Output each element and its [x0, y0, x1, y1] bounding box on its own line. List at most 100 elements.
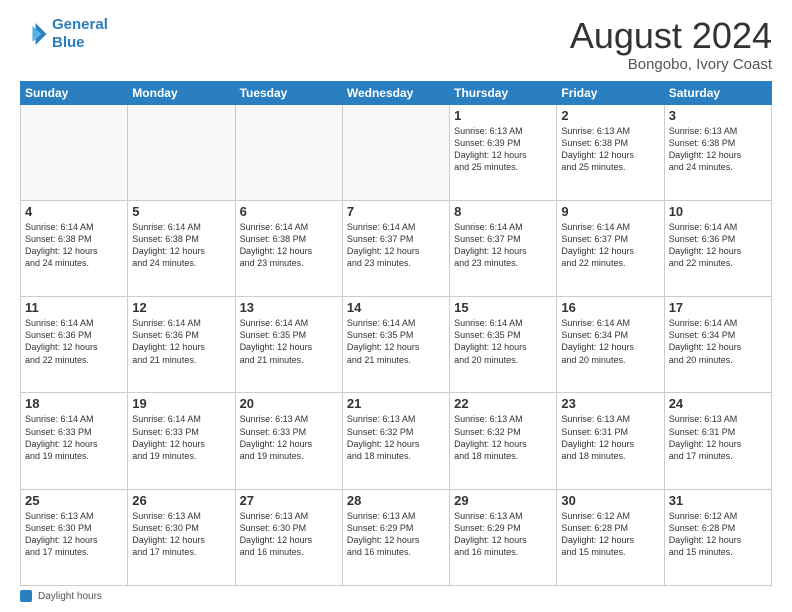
location: Bongobo, Ivory Coast	[570, 56, 772, 73]
calendar-header-wednesday: Wednesday	[342, 81, 449, 104]
day-info: Sunrise: 6:14 AM Sunset: 6:33 PM Dayligh…	[25, 413, 123, 462]
day-info: Sunrise: 6:14 AM Sunset: 6:34 PM Dayligh…	[669, 317, 767, 366]
calendar-cell: 10 Sunrise: 6:14 AM Sunset: 6:36 PM Dayli…	[664, 200, 771, 296]
calendar-week-4: 18 Sunrise: 6:14 AM Sunset: 6:33 PM Dayli…	[21, 393, 772, 489]
footer: Daylight hours	[20, 590, 772, 602]
day-number: 2	[561, 108, 659, 123]
calendar-cell: 11 Sunrise: 6:14 AM Sunset: 6:36 PM Dayli…	[21, 297, 128, 393]
calendar-header-monday: Monday	[128, 81, 235, 104]
day-number: 25	[25, 493, 123, 508]
logo-icon	[20, 20, 48, 48]
calendar: SundayMondayTuesdayWednesdayThursdayFrid…	[20, 81, 772, 586]
calendar-cell: 1 Sunrise: 6:13 AM Sunset: 6:39 PM Daylig…	[450, 104, 557, 200]
calendar-cell: 31 Sunrise: 6:12 AM Sunset: 6:28 PM Dayli…	[664, 489, 771, 585]
day-info: Sunrise: 6:14 AM Sunset: 6:36 PM Dayligh…	[132, 317, 230, 366]
day-info: Sunrise: 6:13 AM Sunset: 6:31 PM Dayligh…	[669, 413, 767, 462]
calendar-cell: 24 Sunrise: 6:13 AM Sunset: 6:31 PM Dayli…	[664, 393, 771, 489]
day-info: Sunrise: 6:13 AM Sunset: 6:30 PM Dayligh…	[25, 510, 123, 559]
calendar-cell	[342, 104, 449, 200]
page: General Blue August 2024 Bongobo, Ivory …	[0, 0, 792, 612]
day-number: 28	[347, 493, 445, 508]
month-title: August 2024	[570, 16, 772, 56]
day-info: Sunrise: 6:13 AM Sunset: 6:39 PM Dayligh…	[454, 125, 552, 174]
day-info: Sunrise: 6:13 AM Sunset: 6:29 PM Dayligh…	[454, 510, 552, 559]
day-number: 11	[25, 300, 123, 315]
day-info: Sunrise: 6:13 AM Sunset: 6:38 PM Dayligh…	[669, 125, 767, 174]
calendar-cell: 26 Sunrise: 6:13 AM Sunset: 6:30 PM Dayli…	[128, 489, 235, 585]
day-number: 24	[669, 396, 767, 411]
day-number: 10	[669, 204, 767, 219]
day-info: Sunrise: 6:14 AM Sunset: 6:37 PM Dayligh…	[454, 221, 552, 270]
header: General Blue August 2024 Bongobo, Ivory …	[20, 16, 772, 73]
calendar-cell: 16 Sunrise: 6:14 AM Sunset: 6:34 PM Dayli…	[557, 297, 664, 393]
day-number: 18	[25, 396, 123, 411]
calendar-week-2: 4 Sunrise: 6:14 AM Sunset: 6:38 PM Daylig…	[21, 200, 772, 296]
day-info: Sunrise: 6:14 AM Sunset: 6:37 PM Dayligh…	[561, 221, 659, 270]
day-number: 14	[347, 300, 445, 315]
day-number: 13	[240, 300, 338, 315]
day-info: Sunrise: 6:13 AM Sunset: 6:32 PM Dayligh…	[454, 413, 552, 462]
day-info: Sunrise: 6:14 AM Sunset: 6:33 PM Dayligh…	[132, 413, 230, 462]
calendar-cell: 22 Sunrise: 6:13 AM Sunset: 6:32 PM Dayli…	[450, 393, 557, 489]
calendar-cell: 15 Sunrise: 6:14 AM Sunset: 6:35 PM Dayli…	[450, 297, 557, 393]
day-info: Sunrise: 6:14 AM Sunset: 6:35 PM Dayligh…	[454, 317, 552, 366]
day-number: 15	[454, 300, 552, 315]
calendar-cell: 9 Sunrise: 6:14 AM Sunset: 6:37 PM Daylig…	[557, 200, 664, 296]
day-number: 5	[132, 204, 230, 219]
day-number: 31	[669, 493, 767, 508]
calendar-cell: 27 Sunrise: 6:13 AM Sunset: 6:30 PM Dayli…	[235, 489, 342, 585]
day-number: 1	[454, 108, 552, 123]
calendar-cell: 6 Sunrise: 6:14 AM Sunset: 6:38 PM Daylig…	[235, 200, 342, 296]
title-block: August 2024 Bongobo, Ivory Coast	[570, 16, 772, 73]
day-info: Sunrise: 6:13 AM Sunset: 6:30 PM Dayligh…	[132, 510, 230, 559]
calendar-cell	[128, 104, 235, 200]
calendar-week-5: 25 Sunrise: 6:13 AM Sunset: 6:30 PM Dayli…	[21, 489, 772, 585]
day-info: Sunrise: 6:14 AM Sunset: 6:36 PM Dayligh…	[669, 221, 767, 270]
day-info: Sunrise: 6:14 AM Sunset: 6:34 PM Dayligh…	[561, 317, 659, 366]
calendar-header-friday: Friday	[557, 81, 664, 104]
day-info: Sunrise: 6:13 AM Sunset: 6:31 PM Dayligh…	[561, 413, 659, 462]
calendar-cell: 29Sunrise: 6:13 AM Sunset: 6:29 PM Dayli…	[450, 489, 557, 585]
day-number: 4	[25, 204, 123, 219]
calendar-week-1: 1 Sunrise: 6:13 AM Sunset: 6:39 PM Daylig…	[21, 104, 772, 200]
day-number: 30	[561, 493, 659, 508]
calendar-cell: 20Sunrise: 6:13 AM Sunset: 6:33 PM Dayli…	[235, 393, 342, 489]
footer-icon	[20, 590, 32, 602]
day-info: Sunrise: 6:14 AM Sunset: 6:38 PM Dayligh…	[240, 221, 338, 270]
calendar-cell	[21, 104, 128, 200]
day-number: 19	[132, 396, 230, 411]
calendar-cell: 19 Sunrise: 6:14 AM Sunset: 6:33 PM Dayli…	[128, 393, 235, 489]
day-number: 21	[347, 396, 445, 411]
day-number: 6	[240, 204, 338, 219]
day-info: Sunrise: 6:13 AM Sunset: 6:30 PM Dayligh…	[240, 510, 338, 559]
calendar-header-thursday: Thursday	[450, 81, 557, 104]
day-info: Sunrise: 6:13 AM Sunset: 6:32 PM Dayligh…	[347, 413, 445, 462]
day-number: 27	[240, 493, 338, 508]
calendar-cell: 5 Sunrise: 6:14 AM Sunset: 6:38 PM Daylig…	[128, 200, 235, 296]
day-info: Sunrise: 6:13 AM Sunset: 6:29 PM Dayligh…	[347, 510, 445, 559]
day-info: Sunrise: 6:12 AM Sunset: 6:28 PM Dayligh…	[669, 510, 767, 559]
day-number: 17	[669, 300, 767, 315]
day-info: Sunrise: 6:14 AM Sunset: 6:36 PM Dayligh…	[25, 317, 123, 366]
calendar-cell: 17 Sunrise: 6:14 AM Sunset: 6:34 PM Dayli…	[664, 297, 771, 393]
calendar-cell: 3Sunrise: 6:13 AM Sunset: 6:38 PM Daylig…	[664, 104, 771, 200]
calendar-cell: 25 Sunrise: 6:13 AM Sunset: 6:30 PM Dayli…	[21, 489, 128, 585]
calendar-cell: 7Sunrise: 6:14 AM Sunset: 6:37 PM Daylig…	[342, 200, 449, 296]
calendar-cell: 13 Sunrise: 6:14 AM Sunset: 6:35 PM Dayli…	[235, 297, 342, 393]
calendar-header-sunday: Sunday	[21, 81, 128, 104]
calendar-cell: 8Sunrise: 6:14 AM Sunset: 6:37 PM Daylig…	[450, 200, 557, 296]
day-number: 16	[561, 300, 659, 315]
day-info: Sunrise: 6:14 AM Sunset: 6:38 PM Dayligh…	[132, 221, 230, 270]
day-number: 12	[132, 300, 230, 315]
calendar-cell	[235, 104, 342, 200]
day-number: 26	[132, 493, 230, 508]
calendar-header-saturday: Saturday	[664, 81, 771, 104]
calendar-cell: 14Sunrise: 6:14 AM Sunset: 6:35 PM Dayli…	[342, 297, 449, 393]
footer-label: Daylight hours	[38, 591, 102, 602]
calendar-cell: 23Sunrise: 6:13 AM Sunset: 6:31 PM Dayli…	[557, 393, 664, 489]
day-number: 7	[347, 204, 445, 219]
calendar-week-3: 11 Sunrise: 6:14 AM Sunset: 6:36 PM Dayli…	[21, 297, 772, 393]
day-number: 22	[454, 396, 552, 411]
day-number: 9	[561, 204, 659, 219]
day-info: Sunrise: 6:14 AM Sunset: 6:35 PM Dayligh…	[240, 317, 338, 366]
